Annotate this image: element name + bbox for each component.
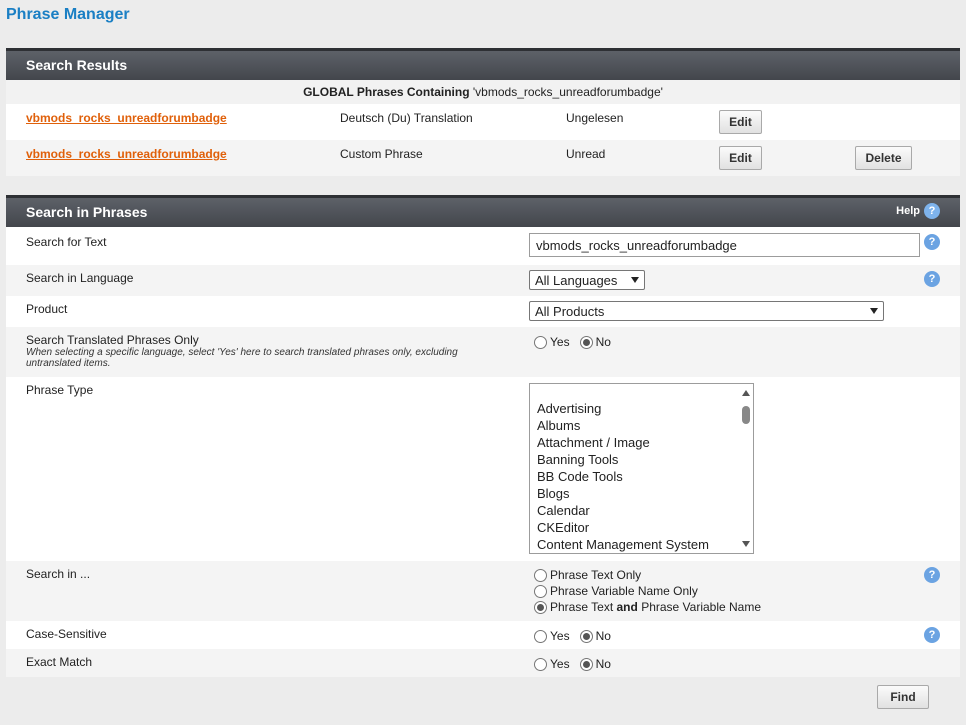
search-in-text-label: Phrase Text Only	[550, 568, 642, 582]
search-text-input[interactable]: vbmods_rocks_unreadforumbadge	[529, 233, 920, 257]
chevron-down-icon	[631, 277, 639, 283]
search-in-varname-label: Phrase Variable Name Only	[550, 584, 698, 598]
help-icon: ?	[924, 203, 940, 219]
search-text-row: Search for Text vbmods_rocks_unreadforum…	[6, 227, 960, 265]
search-in-both-label-b: Phrase Variable Name	[641, 600, 762, 614]
help-icon[interactable]: ?	[924, 627, 940, 643]
translated-only-desc: When selecting a specific language, sele…	[26, 347, 458, 369]
translated-only-label: Search Translated Phrases Only	[26, 333, 199, 347]
exact-yes-radio[interactable]	[534, 657, 547, 671]
case-sensitive-label: Case-Sensitive	[26, 627, 107, 641]
results-subheader-term: 'vbmods_rocks_unreadforumbadge'	[472, 85, 663, 99]
result-row: vbmods_rocks_unreadforumbadge Custom Phr…	[6, 140, 960, 176]
case-sensitive-row: Case-Sensitive Yes No ?	[6, 621, 960, 649]
product-row: Product All Products	[6, 296, 960, 327]
phrase-type-row: Phrase Type Advertising Albums Attachmen…	[6, 377, 960, 561]
page-title: Phrase Manager	[6, 6, 130, 23]
search-language-label: Search in Language	[26, 271, 134, 285]
phrase-varname-link[interactable]: vbmods_rocks_unreadforumbadge	[26, 111, 227, 125]
search-in-both-label-a: Phrase Text	[550, 600, 614, 614]
form-footer: Find	[6, 677, 960, 717]
translated-yes-radio[interactable]	[534, 335, 547, 349]
list-item[interactable]: Albums	[537, 417, 753, 434]
no-label: No	[595, 335, 611, 349]
list-item[interactable]: Calendar	[537, 502, 753, 519]
list-item[interactable]: Attachment / Image	[537, 434, 753, 451]
edit-button[interactable]: Edit	[719, 146, 762, 170]
results-subheader: GLOBAL Phrases Containing 'vbmods_rocks_…	[6, 80, 960, 104]
product-select[interactable]: All Products	[529, 301, 884, 321]
search-in-text-radio[interactable]	[534, 568, 547, 582]
scroll-up-icon[interactable]	[742, 390, 750, 396]
scroll-thumb[interactable]	[742, 406, 750, 424]
yes-label: Yes	[550, 335, 570, 349]
phrase-varname-link[interactable]: vbmods_rocks_unreadforumbadge	[26, 147, 227, 161]
exact-no-radio[interactable]	[579, 657, 593, 671]
list-item[interactable]: Content Management System	[537, 536, 753, 553]
search-results-panel: Search Results GLOBAL Phrases Containing…	[6, 48, 960, 176]
yes-label: Yes	[550, 657, 570, 671]
exact-match-label: Exact Match	[26, 655, 93, 669]
yes-label: Yes	[550, 629, 570, 643]
no-label: No	[595, 657, 611, 671]
help-icon[interactable]: ?	[924, 271, 940, 287]
phrase-text-cell: Ungelesen	[566, 111, 624, 125]
phrase-type-label: Phrase Type	[26, 383, 94, 397]
chevron-down-icon	[870, 308, 878, 314]
list-item[interactable]: Blogs	[537, 485, 753, 502]
search-in-varname-radio[interactable]	[534, 584, 547, 598]
search-in-option: Phrase Text and Phrase Variable Name	[534, 599, 761, 615]
results-subheader-label: GLOBAL Phrases Containing	[303, 85, 470, 99]
search-results-title: Search Results	[26, 57, 128, 73]
translated-only-row: Search Translated Phrases Only When sele…	[6, 327, 960, 377]
help-label: Help	[896, 205, 920, 217]
search-in-radios: Phrase Text Only Phrase Variable Name On…	[534, 567, 761, 615]
search-results-header: Search Results	[6, 48, 960, 80]
language-select-value: All Languages	[535, 272, 618, 288]
search-in-option: Phrase Text Only	[534, 567, 761, 583]
delete-button[interactable]: Delete	[855, 146, 912, 170]
case-sensitive-radios: Yes No	[534, 629, 621, 643]
edit-button[interactable]: Edit	[719, 110, 762, 134]
list-item[interactable]: BB Code Tools	[537, 468, 753, 485]
phrase-type-listbox[interactable]: Advertising Albums Attachment / Image Ba…	[529, 383, 754, 554]
help-icon[interactable]: ?	[924, 234, 940, 250]
translated-no-radio[interactable]	[579, 335, 593, 349]
search-text-label: Search for Text	[26, 235, 107, 249]
help-icon[interactable]: ?	[924, 567, 940, 583]
phrase-type-cell: Deutsch (Du) Translation	[340, 111, 473, 125]
translated-only-radios: Yes No	[534, 335, 621, 349]
no-label: No	[595, 629, 611, 643]
result-row: vbmods_rocks_unreadforumbadge Deutsch (D…	[6, 104, 960, 140]
search-in-both-and: and	[616, 600, 638, 614]
listbox-scrollbar[interactable]	[739, 384, 753, 553]
list-item[interactable]: Banning Tools	[537, 451, 753, 468]
list-item[interactable]: CKEditor	[537, 519, 753, 536]
exact-match-radios: Yes No	[534, 657, 621, 671]
search-phrases-panel: Search in Phrases Help ? Search for Text…	[6, 195, 960, 717]
search-phrases-title: Search in Phrases	[26, 204, 148, 220]
search-phrases-header: Search in Phrases Help ?	[6, 195, 960, 227]
find-button[interactable]: Find	[877, 685, 929, 709]
search-in-option: Phrase Variable Name Only	[534, 583, 761, 599]
phrase-text-cell: Unread	[566, 147, 606, 161]
search-in-row: Search in ... Phrase Text Only Phrase Va…	[6, 561, 960, 621]
product-select-value: All Products	[535, 303, 605, 319]
list-item[interactable]: Advertising	[537, 400, 753, 417]
language-select[interactable]: All Languages	[529, 270, 645, 290]
case-no-radio[interactable]	[579, 629, 593, 643]
scroll-down-icon[interactable]	[742, 541, 750, 547]
help-link[interactable]: Help ?	[896, 203, 940, 219]
case-yes-radio[interactable]	[534, 629, 547, 643]
search-in-label: Search in ...	[26, 567, 91, 581]
exact-match-row: Exact Match Yes No	[6, 649, 960, 677]
search-language-row: Search in Language All Languages ?	[6, 265, 960, 296]
phrase-type-cell: Custom Phrase	[340, 147, 423, 161]
search-in-both-radio[interactable]	[534, 600, 547, 614]
product-label: Product	[26, 302, 68, 316]
